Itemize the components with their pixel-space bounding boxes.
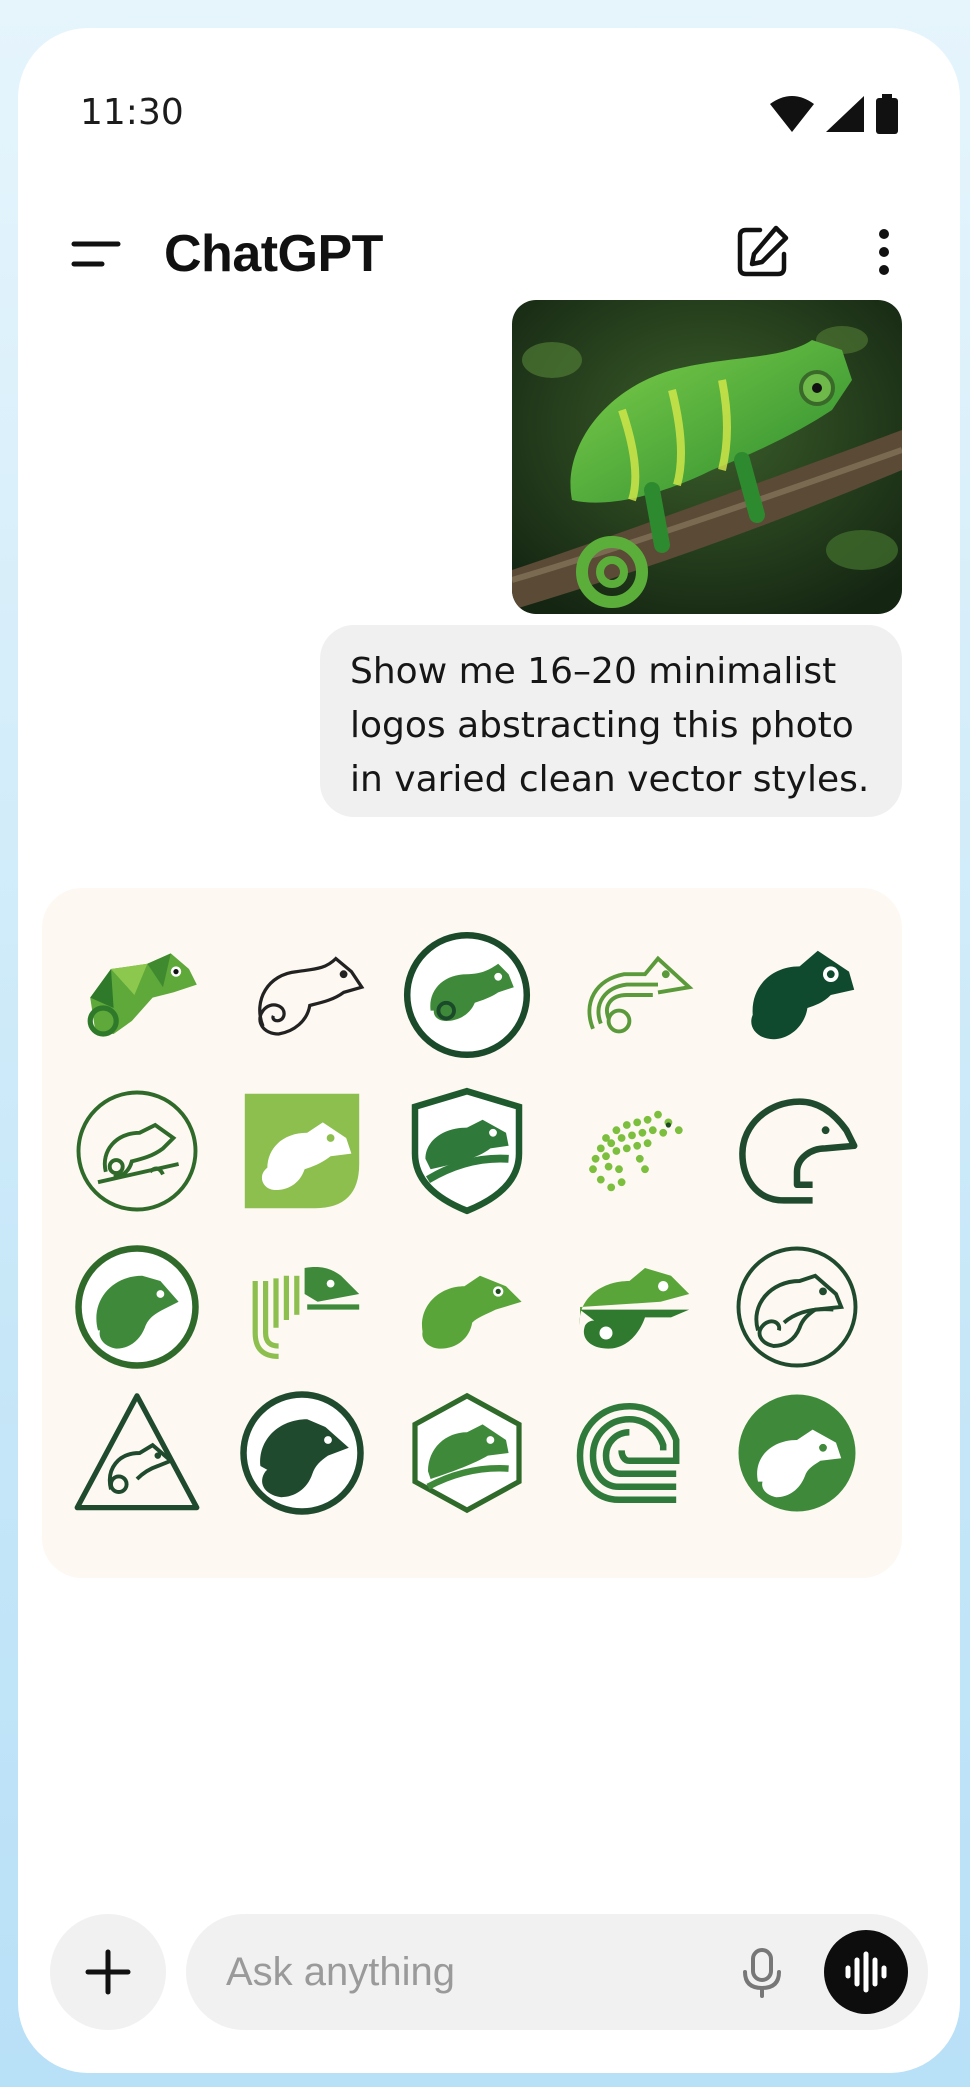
more-vertical-icon[interactable] (864, 220, 904, 284)
status-icons (770, 94, 898, 134)
add-attachment-button[interactable] (50, 1914, 166, 2030)
status-bar: 11:30 (18, 28, 960, 188)
logo-5 (751, 950, 855, 1040)
logo-20 (738, 1394, 856, 1512)
message-input[interactable]: Ask anything (186, 1914, 928, 2030)
message-composer: Ask anything (18, 1898, 960, 2038)
voice-mode-icon (845, 1951, 887, 1993)
logo-4 (587, 955, 694, 1034)
compose-icon[interactable] (730, 220, 794, 284)
signal-icon (826, 96, 864, 132)
status-time: 11:30 (80, 92, 184, 133)
phone-screen: 11:30 ChatGPT Show me 16–20 minimalist l… (18, 28, 960, 2073)
logo-18 (412, 1392, 522, 1514)
menu-icon[interactable] (66, 222, 130, 286)
logo-19 (576, 1402, 680, 1504)
logo-11 (75, 1245, 199, 1369)
logo-3 (403, 931, 531, 1059)
logo-16 (74, 1393, 200, 1511)
logo-14 (579, 1268, 690, 1349)
logo-10 (739, 1098, 858, 1204)
logo-9 (589, 1110, 683, 1192)
logo-12 (252, 1267, 360, 1359)
logo-15 (736, 1246, 858, 1368)
user-message-bubble: Show me 16–20 minimalist logos abstracti… (320, 625, 902, 817)
logo-17 (240, 1391, 364, 1515)
assistant-generated-image[interactable] (42, 888, 902, 1578)
voice-mode-button[interactable] (824, 1930, 908, 2014)
logo-1 (87, 953, 197, 1037)
logo-7 (244, 1093, 360, 1209)
user-attached-photo[interactable] (512, 300, 902, 614)
message-input-placeholder: Ask anything (226, 1950, 456, 1994)
app-title: ChatGPT (164, 225, 383, 283)
battery-icon (876, 94, 898, 134)
wifi-icon (770, 96, 814, 132)
logo-2 (258, 956, 365, 1036)
user-message-text: Show me 16–20 minimalist logos abstracti… (350, 651, 870, 800)
microphone-icon[interactable] (736, 1946, 788, 1998)
logo-6 (76, 1090, 198, 1212)
logo-8 (411, 1087, 523, 1215)
logo-13 (421, 1275, 522, 1349)
app-bar: ChatGPT (18, 188, 960, 318)
plus-icon (85, 1949, 131, 1995)
